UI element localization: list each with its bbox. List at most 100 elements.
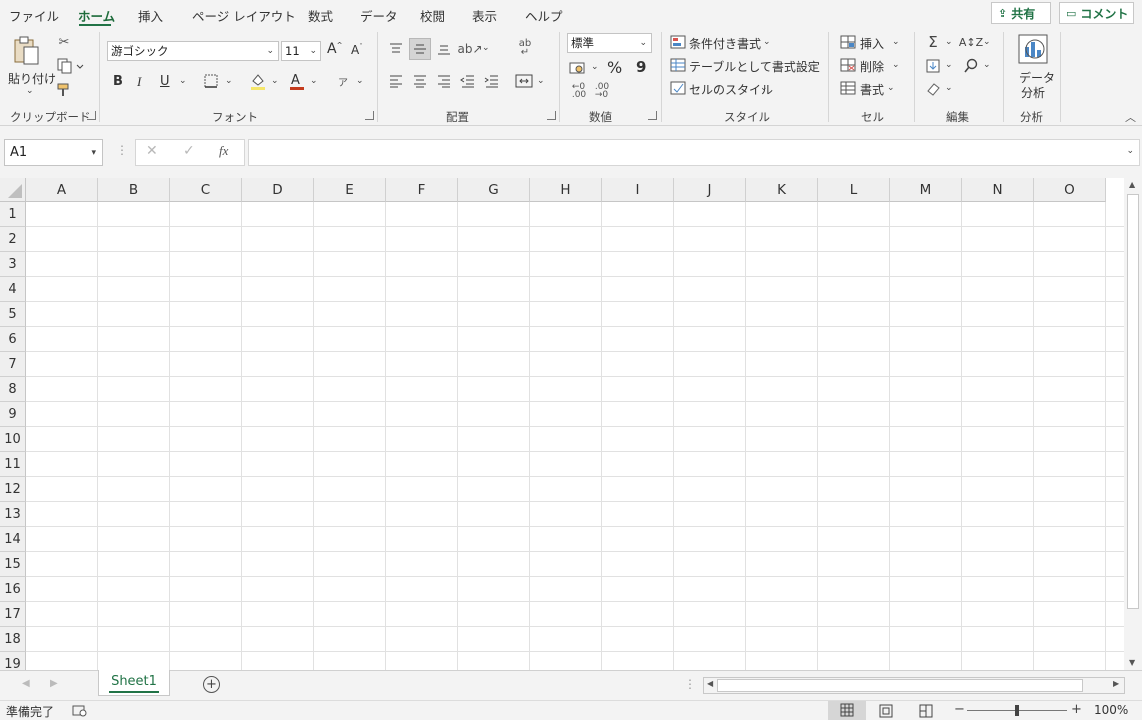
underline-button[interactable]: U xyxy=(160,74,170,89)
vertical-scrollbar[interactable]: ▲ ▼ xyxy=(1124,178,1142,670)
tab-insert[interactable]: 挿入 xyxy=(138,6,163,25)
horizontal-scrollbar[interactable]: ◀ ▶ xyxy=(703,677,1125,694)
tab-split-grip-icon[interactable]: ⋮ xyxy=(684,677,696,691)
page-break-view-button[interactable] xyxy=(918,703,934,719)
fill-icon[interactable] xyxy=(925,58,941,74)
vertical-scroll-thumb[interactable] xyxy=(1127,194,1139,609)
borders-icon[interactable] xyxy=(203,73,219,89)
font-size-select[interactable]: 11 ⌄ xyxy=(281,41,321,61)
row-header-13[interactable]: 13 xyxy=(0,502,26,527)
column-header-c[interactable]: C xyxy=(170,178,242,202)
sheet-tab-sheet1[interactable]: Sheet1 xyxy=(98,670,170,696)
tab-review[interactable]: 校閲 xyxy=(420,6,445,25)
delete-cells-label[interactable]: 削除 xyxy=(860,58,884,75)
row-header-19[interactable]: 19 xyxy=(0,652,26,670)
font-color-dropdown-icon[interactable]: ⌄ xyxy=(310,76,318,86)
font-color-icon[interactable]: A xyxy=(288,71,306,91)
row-header-14[interactable]: 14 xyxy=(0,527,26,552)
underline-dropdown-icon[interactable]: ⌄ xyxy=(179,76,187,86)
column-header-g[interactable]: G xyxy=(458,178,530,202)
zoom-slider-thumb[interactable] xyxy=(1015,705,1019,716)
paste-label[interactable]: 貼り付け xyxy=(8,70,56,87)
increase-decimal-icon[interactable]: ←0.00 xyxy=(569,83,589,100)
page-layout-view-button[interactable] xyxy=(878,703,894,719)
conditional-format-label[interactable]: 条件付き書式 xyxy=(689,35,761,52)
column-header-e[interactable]: E xyxy=(314,178,386,202)
clipboard-launcher-icon[interactable]: . xyxy=(87,111,96,120)
clear-dropdown-icon[interactable]: ⌄ xyxy=(945,83,953,93)
horizontal-scroll-thumb[interactable] xyxy=(717,679,1083,692)
share-button[interactable]: ⇪ 共有 xyxy=(991,2,1051,24)
autosum-dropdown-icon[interactable]: ⌄ xyxy=(945,37,953,47)
orientation-dropdown-icon[interactable]: ⌄ xyxy=(482,43,490,53)
tab-data[interactable]: データ xyxy=(360,6,398,25)
scroll-right-icon[interactable]: ▶ xyxy=(1113,679,1119,688)
scroll-up-icon[interactable]: ▲ xyxy=(1129,180,1135,189)
column-header-k[interactable]: K xyxy=(746,178,818,202)
sort-filter-icon[interactable]: A↕Z xyxy=(959,34,983,50)
conditional-format-icon[interactable] xyxy=(670,35,686,49)
chevron-down-icon[interactable]: ⌄ xyxy=(892,60,900,70)
font-launcher-icon[interactable]: . xyxy=(365,111,374,120)
column-header-h[interactable]: H xyxy=(530,178,602,202)
chevron-down-icon[interactable]: ⌄ xyxy=(887,83,895,93)
tab-view[interactable]: 表示 xyxy=(472,6,497,25)
comments-button[interactable]: ▭ コメント xyxy=(1059,2,1134,24)
align-top-icon[interactable] xyxy=(387,40,405,58)
autosum-icon[interactable]: Σ xyxy=(925,33,941,51)
fill-color-icon[interactable] xyxy=(249,71,267,91)
chevron-down-icon[interactable]: ⌄ xyxy=(806,60,814,70)
chevron-down-icon[interactable]: ⌄ xyxy=(760,83,768,93)
copy-icon[interactable] xyxy=(56,58,86,74)
decrease-font-size-icon[interactable]: Aˇ xyxy=(351,43,363,57)
accessibility-icon[interactable] xyxy=(72,704,88,718)
expand-formula-bar-icon[interactable]: ⌄ xyxy=(1126,146,1134,156)
comma-style-button[interactable]: 9 xyxy=(636,58,646,76)
delete-cells-icon[interactable] xyxy=(840,58,856,72)
row-header-17[interactable]: 17 xyxy=(0,602,26,627)
zoom-out-button[interactable]: − xyxy=(954,702,965,717)
find-select-dropdown-icon[interactable]: ⌄ xyxy=(983,60,991,70)
row-header-8[interactable]: 8 xyxy=(0,377,26,402)
tab-file[interactable]: ファイル xyxy=(9,6,59,25)
fill-dropdown-icon[interactable]: ⌄ xyxy=(945,60,953,70)
zoom-in-button[interactable]: + xyxy=(1071,702,1082,717)
row-header-3[interactable]: 3 xyxy=(0,252,26,277)
row-header-5[interactable]: 5 xyxy=(0,302,26,327)
cut-icon[interactable]: ✂ xyxy=(56,34,72,50)
percent-style-button[interactable]: % xyxy=(607,58,622,77)
format-cells-label[interactable]: 書式 xyxy=(860,81,884,98)
column-header-a[interactable]: A xyxy=(26,178,98,202)
find-select-icon[interactable] xyxy=(963,58,979,74)
phonetic-icon[interactable]: ア xyxy=(336,73,350,89)
align-bottom-icon[interactable] xyxy=(435,40,453,58)
column-header-m[interactable]: M xyxy=(890,178,962,202)
column-header-i[interactable]: I xyxy=(602,178,674,202)
insert-cells-label[interactable]: 挿入 xyxy=(860,35,884,52)
increase-font-size-icon[interactable]: A^ xyxy=(327,41,342,57)
column-header-n[interactable]: N xyxy=(962,178,1034,202)
scroll-sheets-right-icon[interactable]: ▶ xyxy=(50,678,58,689)
column-header-d[interactable]: D xyxy=(242,178,314,202)
row-header-11[interactable]: 11 xyxy=(0,452,26,477)
italic-button[interactable]: I xyxy=(137,74,141,90)
insert-function-button[interactable]: fx xyxy=(219,143,228,159)
tab-page-layout[interactable]: ページ レイアウト xyxy=(192,6,296,25)
number-format-select[interactable]: 標準 ⌄ xyxy=(567,33,652,53)
normal-view-button[interactable] xyxy=(828,701,866,720)
format-as-table-label[interactable]: テーブルとして書式設定 xyxy=(689,58,820,75)
analyze-data-icon[interactable] xyxy=(1016,33,1050,65)
clear-icon[interactable] xyxy=(925,81,941,97)
paste-dropdown-icon[interactable]: ⌄ xyxy=(26,86,34,96)
align-right-icon[interactable] xyxy=(435,73,453,89)
scroll-sheets-left-icon[interactable]: ◀ xyxy=(22,678,30,689)
row-header-1[interactable]: 1 xyxy=(0,202,26,227)
decrease-indent-icon[interactable] xyxy=(459,73,477,89)
increase-indent-icon[interactable] xyxy=(483,73,501,89)
analyze-data-label-2[interactable]: 分析 xyxy=(1021,84,1045,101)
collapse-ribbon-icon[interactable]: ︿ xyxy=(1125,109,1136,125)
tab-help[interactable]: ヘルプ xyxy=(525,6,563,25)
row-header-16[interactable]: 16 xyxy=(0,577,26,602)
tab-formulas[interactable]: 数式 xyxy=(308,6,333,25)
format-painter-icon[interactable] xyxy=(56,82,72,98)
